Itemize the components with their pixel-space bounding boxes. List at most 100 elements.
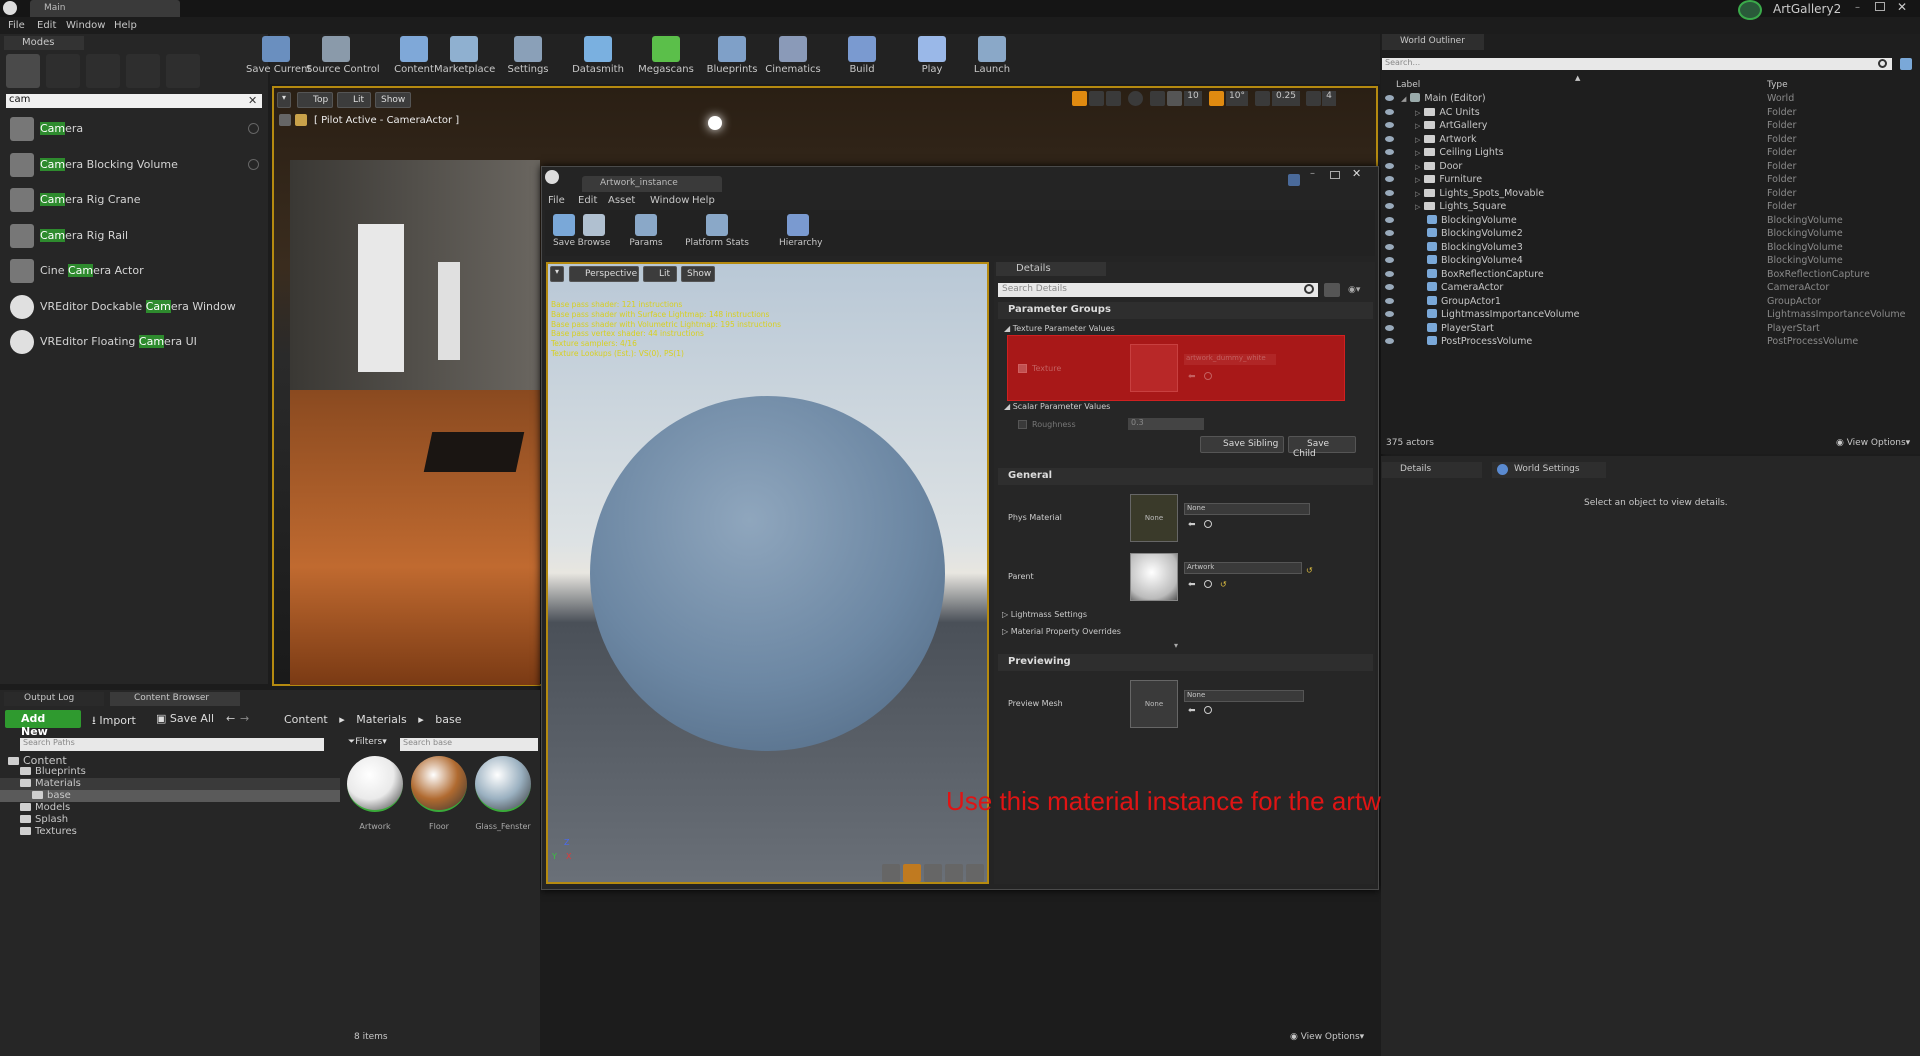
visibility-eye-icon[interactable] bbox=[1385, 189, 1394, 196]
me-maximize-button[interactable] bbox=[1330, 171, 1340, 179]
toolbar-button[interactable]: Build bbox=[832, 36, 892, 82]
save-child-button[interactable]: Save Child bbox=[1288, 436, 1356, 459]
mode-item[interactable]: Camera Rig Crane bbox=[6, 184, 264, 218]
visibility-eye-icon[interactable] bbox=[1385, 311, 1394, 317]
show-button[interactable]: Show bbox=[375, 92, 411, 108]
menu-window[interactable]: Window bbox=[66, 20, 105, 31]
folder-tree-item[interactable]: Models bbox=[0, 802, 340, 814]
scale-snap-value[interactable]: 0.25 bbox=[1272, 91, 1300, 106]
outliner-row[interactable]: ◢ Main (Editor) World bbox=[1381, 93, 1901, 107]
texture-use-selected-icon[interactable]: ⬅ bbox=[1188, 372, 1196, 382]
visibility-eye-icon[interactable] bbox=[1385, 257, 1394, 263]
parent-browse-icon[interactable] bbox=[1204, 580, 1212, 588]
me-minimize-button[interactable]: – bbox=[1310, 168, 1326, 180]
material-editor-tab[interactable]: Artwork_instance bbox=[582, 176, 722, 192]
me-menu-item[interactable]: File bbox=[548, 195, 565, 206]
outliner-row[interactable]: ▷ Artwork Folder bbox=[1381, 134, 1901, 148]
forward-arrow-icon[interactable]: → bbox=[240, 712, 249, 725]
transform-scale-icon[interactable] bbox=[1106, 91, 1121, 106]
outliner-row[interactable]: CameraActor CameraActor bbox=[1381, 282, 1901, 296]
filters-button[interactable]: ⏷Filters▾ bbox=[348, 737, 396, 751]
cb-view-options-button[interactable]: ◉ View Options▾ bbox=[1290, 1032, 1364, 1042]
parameter-groups-header[interactable]: Parameter Groups bbox=[998, 302, 1373, 319]
preview-mesh-dropdown[interactable]: None bbox=[1184, 690, 1304, 702]
help-icon[interactable] bbox=[248, 123, 259, 134]
content-browser-tab[interactable]: Content Browser bbox=[110, 692, 240, 706]
visibility-eye-icon[interactable] bbox=[1385, 122, 1394, 128]
expand-arrow-icon[interactable]: ▷ bbox=[1415, 176, 1420, 184]
me-details-search-input[interactable]: Search Details bbox=[998, 283, 1318, 297]
visibility-eye-icon[interactable] bbox=[1385, 135, 1394, 142]
mode-item[interactable]: VREditor Dockable Camera Window bbox=[6, 291, 264, 325]
visibility-eye-icon[interactable] bbox=[1385, 108, 1394, 115]
preview-lit-button[interactable]: Lit bbox=[643, 266, 677, 282]
phys-browse-icon[interactable] bbox=[1204, 520, 1212, 528]
folder-tree-item[interactable]: Textures bbox=[0, 826, 340, 838]
breadcrumb-materials[interactable]: Materials bbox=[356, 713, 406, 726]
phys-material-thumbnail[interactable]: None bbox=[1130, 494, 1178, 542]
toolbar-button[interactable]: Blueprints bbox=[702, 36, 762, 82]
preview-mesh-use-selected-icon[interactable]: ⬅ bbox=[1188, 706, 1196, 716]
output-log-tab[interactable]: Output Log bbox=[4, 692, 104, 706]
preview-mesh-browse-icon[interactable] bbox=[1204, 706, 1212, 714]
outliner-row[interactable]: GroupActor1 GroupActor bbox=[1381, 295, 1901, 310]
me-menu-item[interactable]: Edit bbox=[578, 195, 597, 206]
grid-snap-icon[interactable] bbox=[1167, 91, 1182, 106]
toolbar-button[interactable]: Launch bbox=[962, 36, 1022, 82]
preview-show-button[interactable]: Show bbox=[681, 266, 715, 282]
breadcrumb-base[interactable]: base bbox=[435, 713, 461, 726]
camera-speed-icon[interactable] bbox=[1306, 91, 1321, 106]
expand-arrow-icon[interactable]: ▷ bbox=[1415, 122, 1420, 130]
outliner-row[interactable]: BlockingVolume3 BlockingVolume bbox=[1381, 241, 1901, 256]
folder-tree-item[interactable]: Blueprints bbox=[0, 766, 340, 778]
visibility-eye-icon[interactable] bbox=[1385, 216, 1394, 223]
mode-geometry-icon[interactable] bbox=[166, 54, 200, 88]
perspective-button[interactable]: Perspective bbox=[569, 266, 639, 282]
main-tab[interactable]: Main bbox=[30, 0, 180, 17]
outliner-row[interactable]: ▷ AC Units Folder bbox=[1381, 107, 1901, 121]
asset-tile[interactable]: Artwork bbox=[346, 756, 404, 856]
asset-tile[interactable]: Floor bbox=[410, 756, 468, 856]
surface-snap-icon[interactable] bbox=[1150, 91, 1165, 106]
rotation-snap-value[interactable]: 10° bbox=[1226, 91, 1248, 106]
toolbar-button[interactable]: Datasmith bbox=[568, 36, 628, 82]
visibility-eye-icon[interactable] bbox=[1385, 95, 1394, 101]
clear-search-icon[interactable]: ✕ bbox=[248, 94, 257, 107]
mode-foliage-icon[interactable] bbox=[126, 54, 160, 88]
world-settings-tab[interactable]: World Settings bbox=[1492, 462, 1606, 478]
maximize-button[interactable] bbox=[1875, 2, 1885, 11]
visibility-eye-icon[interactable] bbox=[1385, 284, 1394, 290]
me-tool-button[interactable]: Params bbox=[627, 214, 665, 248]
visibility-eye-icon[interactable] bbox=[1385, 149, 1394, 155]
view-mode-top-button[interactable]: Top bbox=[297, 92, 333, 108]
me-search-icon[interactable] bbox=[1304, 284, 1314, 294]
help-icon[interactable] bbox=[248, 158, 259, 170]
expand-arrow-icon[interactable]: ▷ bbox=[1415, 136, 1420, 144]
outliner-col-type[interactable]: Type bbox=[1767, 80, 1788, 90]
outliner-row[interactable]: ▷ Ceiling Lights Folder bbox=[1381, 147, 1901, 161]
visibility-eye-icon[interactable] bbox=[1385, 297, 1394, 304]
mode-paint-icon[interactable] bbox=[46, 54, 80, 88]
outliner-row[interactable]: ▷ ArtGallery Folder bbox=[1381, 120, 1901, 134]
mode-item[interactable]: Camera Blocking Volume bbox=[6, 149, 264, 183]
menu-edit[interactable]: Edit bbox=[37, 20, 56, 31]
modes-tab[interactable]: Modes bbox=[4, 36, 84, 50]
expand-arrow-icon[interactable]: ▷ bbox=[1415, 163, 1420, 171]
expand-arrow-icon[interactable]: ▷ bbox=[1415, 109, 1420, 117]
viewport-options-button[interactable]: ▾ bbox=[277, 92, 291, 108]
outliner-search-input[interactable]: Search... bbox=[1382, 58, 1892, 70]
folder-tree-item[interactable]: Splash bbox=[0, 814, 340, 826]
general-header[interactable]: General bbox=[998, 468, 1373, 485]
me-menu-item[interactable]: Help bbox=[692, 195, 715, 206]
modes-search-input[interactable]: cam bbox=[6, 94, 262, 108]
details-tab[interactable]: Details bbox=[1382, 462, 1482, 478]
toolbar-button[interactable]: Play bbox=[902, 36, 962, 82]
breadcrumb-content[interactable]: Content bbox=[284, 713, 328, 726]
lightmass-settings-row[interactable]: ▷ Lightmass Settings bbox=[1002, 610, 1087, 619]
grid-snap-value[interactable]: 10 bbox=[1184, 91, 1202, 106]
new-folder-icon[interactable] bbox=[1900, 58, 1912, 70]
me-tool-button[interactable]: Browse bbox=[575, 214, 613, 248]
mode-landscape-icon[interactable] bbox=[86, 54, 120, 88]
texture-param-values-header[interactable]: ◢ Texture Parameter Values bbox=[1004, 324, 1115, 333]
import-button[interactable]: ⭳ Import bbox=[92, 712, 136, 731]
